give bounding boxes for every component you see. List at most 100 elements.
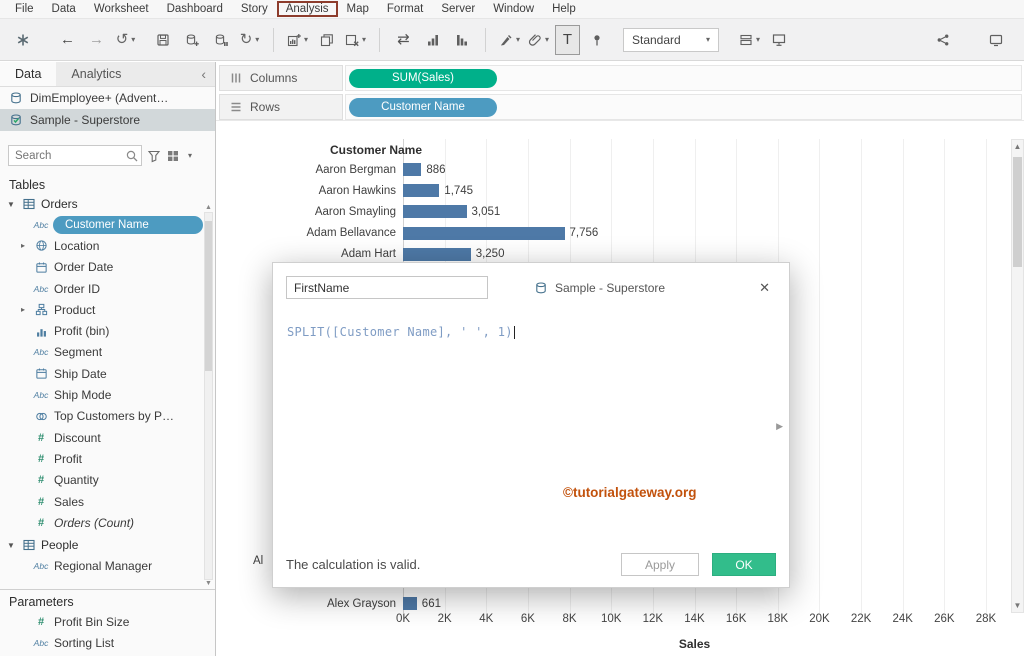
- row-label[interactable]: Aaron Hawkins: [216, 185, 403, 197]
- menu-worksheet[interactable]: Worksheet: [85, 2, 158, 16]
- filter-icon[interactable]: [147, 149, 161, 163]
- field-order-id[interactable]: AbcOrder ID: [0, 278, 215, 299]
- menu-data[interactable]: Data: [43, 2, 85, 16]
- search-input[interactable]: [8, 145, 142, 166]
- pill-customer-name[interactable]: Customer Name: [349, 98, 497, 117]
- field-orders-count[interactable]: #Orders (Count): [0, 512, 215, 533]
- collapse-caret-icon[interactable]: ▼: [7, 541, 17, 550]
- menu-help[interactable]: Help: [543, 2, 585, 16]
- pause-auto-updates-icon[interactable]: [208, 25, 233, 55]
- field-order-date[interactable]: Order Date: [0, 257, 215, 278]
- bar[interactable]: [403, 597, 417, 610]
- menu-dashboard[interactable]: Dashboard: [158, 2, 232, 16]
- field-profit[interactable]: #Profit: [0, 448, 215, 469]
- new-data-source-icon[interactable]: [179, 25, 204, 55]
- row-label[interactable]: Aaron Smayling: [216, 206, 403, 218]
- field-segment[interactable]: AbcSegment: [0, 342, 215, 363]
- pill-sum-sales[interactable]: SUM(Sales): [349, 69, 497, 88]
- sidebar-scrollbar[interactable]: ▲ ▼: [203, 204, 214, 588]
- expand-caret-icon[interactable]: ▸: [21, 241, 31, 250]
- scroll-down-icon[interactable]: ▼: [1014, 599, 1022, 612]
- fit-dropdown[interactable]: Standard▾: [623, 28, 719, 52]
- new-worksheet-icon[interactable]: ▾: [285, 25, 310, 55]
- menu-format[interactable]: Format: [378, 2, 432, 16]
- columns-shelf-area[interactable]: SUM(Sales): [345, 65, 1022, 91]
- presentation-mode-icon[interactable]: [766, 25, 791, 55]
- expand-panel-icon[interactable]: ▶: [776, 421, 783, 432]
- row-label[interactable]: Alex Grayson: [216, 598, 403, 610]
- close-icon[interactable]: ✕: [754, 278, 775, 298]
- ok-button[interactable]: OK: [712, 553, 776, 576]
- menu-window[interactable]: Window: [484, 2, 543, 16]
- chevron-down-icon[interactable]: ▾: [255, 35, 259, 44]
- datasource-dimemployee-advent[interactable]: DimEmployee+ (Advent…: [0, 87, 215, 109]
- scroll-up-icon[interactable]: ▲: [1014, 140, 1022, 153]
- chevron-down-icon[interactable]: ▾: [545, 35, 549, 44]
- scroll-thumb[interactable]: [205, 221, 212, 371]
- field-quantity[interactable]: #Quantity: [0, 470, 215, 491]
- menu-server[interactable]: Server: [432, 2, 484, 16]
- view-as-icon[interactable]: [166, 149, 180, 163]
- apply-button[interactable]: Apply: [621, 553, 699, 576]
- field-product[interactable]: ▸Product: [0, 299, 215, 320]
- highlight-icon[interactable]: ▾: [497, 25, 522, 55]
- chevron-down-icon[interactable]: ▾: [188, 151, 192, 160]
- sort-descending-icon[interactable]: [449, 25, 474, 55]
- chevron-down-icon[interactable]: ▾: [756, 35, 760, 44]
- bar[interactable]: [403, 184, 439, 197]
- collapse-caret-icon[interactable]: ▼: [7, 200, 17, 209]
- bar[interactable]: [403, 163, 421, 176]
- expand-caret-icon[interactable]: ▸: [21, 305, 31, 314]
- row-label[interactable]: Aaron Bergman: [216, 164, 403, 176]
- menu-story[interactable]: Story: [232, 2, 277, 16]
- chevron-down-icon[interactable]: ▾: [131, 35, 135, 44]
- field-sorting-list[interactable]: AbcSorting List: [0, 633, 215, 654]
- field-discount[interactable]: #Discount: [0, 427, 215, 448]
- selected-field-pill[interactable]: Customer Name: [53, 216, 203, 234]
- formula-editor[interactable]: SPLIT([Customer Name], ' ', 1): [287, 325, 789, 339]
- redo-icon[interactable]: →: [84, 25, 109, 55]
- chevron-down-icon[interactable]: ▾: [304, 35, 308, 44]
- field-ship-mode[interactable]: AbcShip Mode: [0, 384, 215, 405]
- scroll-thumb[interactable]: [1013, 157, 1022, 267]
- save-icon[interactable]: [150, 25, 175, 55]
- menu-file[interactable]: File: [6, 2, 43, 16]
- rows-shelf-area[interactable]: Customer Name: [345, 94, 1022, 120]
- field-regional-manager[interactable]: AbcRegional Manager: [0, 555, 215, 576]
- duplicate-sheet-icon[interactable]: [314, 25, 339, 55]
- menu-map[interactable]: Map: [338, 2, 378, 16]
- bar[interactable]: [403, 227, 565, 240]
- bar[interactable]: [403, 248, 471, 261]
- chevron-down-icon[interactable]: ▾: [362, 35, 366, 44]
- show-hide-cards-icon[interactable]: ▾: [737, 25, 762, 55]
- run-update-icon[interactable]: ↻▾: [237, 25, 262, 55]
- field-location[interactable]: ▸Location: [0, 235, 215, 256]
- device-preview-icon[interactable]: [983, 25, 1008, 55]
- show-mark-labels-icon[interactable]: T: [555, 25, 580, 55]
- chart-scrollbar[interactable]: ▲ ▼: [1011, 139, 1024, 613]
- calc-name-input[interactable]: [286, 276, 488, 299]
- scroll-down-icon[interactable]: ▼: [205, 580, 212, 588]
- row-label[interactable]: Adam Bellavance: [216, 227, 403, 239]
- field-top-customers-by-p[interactable]: Top Customers by P…: [0, 406, 215, 427]
- tableau-logo-icon[interactable]: [10, 25, 35, 55]
- tab-data[interactable]: Data: [0, 62, 56, 86]
- field-customer-name[interactable]: AbcCustomer Name: [0, 214, 215, 235]
- field-profit-bin[interactable]: Profit (bin): [0, 320, 215, 341]
- group-people[interactable]: ▼People: [0, 535, 215, 555]
- tab-analytics[interactable]: Analytics: [56, 62, 136, 86]
- field-profit-bin-size[interactable]: #Profit Bin Size: [0, 611, 215, 632]
- sort-ascending-icon[interactable]: [420, 25, 445, 55]
- chevron-down-icon[interactable]: ▾: [516, 35, 520, 44]
- field-ship-date[interactable]: Ship Date: [0, 363, 215, 384]
- swap-rows-columns-icon[interactable]: ⇄: [391, 25, 416, 55]
- undo-icon[interactable]: ←: [55, 25, 80, 55]
- scroll-up-icon[interactable]: ▲: [205, 204, 212, 212]
- fix-axes-icon[interactable]: [584, 25, 609, 55]
- group-members-icon[interactable]: ▾: [526, 25, 551, 55]
- menu-analysis[interactable]: Analysis: [277, 1, 338, 17]
- row-label[interactable]: Adam Hart: [216, 248, 403, 260]
- field-sales[interactable]: #Sales: [0, 491, 215, 512]
- share-workbook-icon[interactable]: [930, 25, 955, 55]
- collapse-pane-icon[interactable]: ‹: [192, 62, 215, 86]
